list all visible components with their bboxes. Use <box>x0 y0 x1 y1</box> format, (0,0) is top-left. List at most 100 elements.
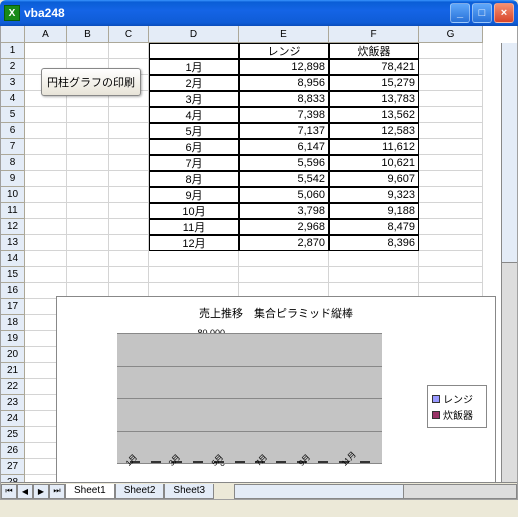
cell[interactable]: 1月 <box>149 59 239 75</box>
cell[interactable]: 8,956 <box>239 75 329 91</box>
row-header[interactable]: 8 <box>1 155 25 171</box>
col-header[interactable]: D <box>149 26 239 43</box>
row-header[interactable]: 6 <box>1 123 25 139</box>
cell[interactable] <box>149 267 239 283</box>
cell[interactable]: 11,612 <box>329 139 419 155</box>
row-header[interactable]: 7 <box>1 139 25 155</box>
row-header[interactable]: 2 <box>1 59 25 75</box>
row-header[interactable]: 5 <box>1 107 25 123</box>
col-header[interactable]: B <box>67 26 109 43</box>
cell[interactable] <box>67 155 109 171</box>
cell[interactable] <box>25 155 67 171</box>
row-header[interactable]: 9 <box>1 171 25 187</box>
cell[interactable]: レンジ <box>239 43 329 59</box>
row-header[interactable]: 20 <box>1 347 25 363</box>
row-header[interactable]: 17 <box>1 299 25 315</box>
cell[interactable] <box>419 219 483 235</box>
cell[interactable] <box>25 219 67 235</box>
cell[interactable]: 8月 <box>149 171 239 187</box>
close-button[interactable]: × <box>494 3 514 23</box>
row-header[interactable]: 1 <box>1 43 25 59</box>
cell[interactable]: 9月 <box>149 187 239 203</box>
cell[interactable] <box>67 171 109 187</box>
cell[interactable]: 15,279 <box>329 75 419 91</box>
row-header[interactable]: 27 <box>1 459 25 475</box>
cell[interactable]: 炊飯器 <box>329 43 419 59</box>
cell[interactable] <box>419 203 483 219</box>
cell[interactable] <box>419 139 483 155</box>
vertical-scrollbar[interactable] <box>501 43 517 482</box>
cell[interactable]: 11月 <box>149 219 239 235</box>
row-header[interactable]: 24 <box>1 411 25 427</box>
row-header[interactable]: 18 <box>1 315 25 331</box>
cell[interactable]: 9,188 <box>329 203 419 219</box>
cell[interactable]: 78,421 <box>329 59 419 75</box>
cell[interactable] <box>419 187 483 203</box>
tab-nav-next[interactable]: ▶ <box>33 484 49 499</box>
cell[interactable]: 8,833 <box>239 91 329 107</box>
row-header[interactable]: 19 <box>1 331 25 347</box>
cell[interactable] <box>419 171 483 187</box>
sheet-tab[interactable]: Sheet2 <box>115 484 165 499</box>
cell[interactable] <box>109 219 149 235</box>
cell[interactable]: 4月 <box>149 107 239 123</box>
col-header[interactable]: A <box>25 26 67 43</box>
cell[interactable]: 9,323 <box>329 187 419 203</box>
cell[interactable]: 6,147 <box>239 139 329 155</box>
maximize-button[interactable]: □ <box>472 3 492 23</box>
cell[interactable]: 12,898 <box>239 59 329 75</box>
cell[interactable] <box>25 139 67 155</box>
cell[interactable]: 8,479 <box>329 219 419 235</box>
cell[interactable]: 5,542 <box>239 171 329 187</box>
cell[interactable] <box>109 235 149 251</box>
sheet-tab[interactable]: Sheet3 <box>164 484 214 499</box>
cell[interactable] <box>419 75 483 91</box>
row-header[interactable]: 21 <box>1 363 25 379</box>
cell[interactable]: 2月 <box>149 75 239 91</box>
cell[interactable] <box>329 251 419 267</box>
cell[interactable] <box>67 187 109 203</box>
cell[interactable]: 13,562 <box>329 107 419 123</box>
cell[interactable]: 6月 <box>149 139 239 155</box>
cell[interactable]: 7,398 <box>239 107 329 123</box>
cell[interactable] <box>419 267 483 283</box>
cell[interactable] <box>109 155 149 171</box>
row-header[interactable]: 16 <box>1 283 25 299</box>
col-header[interactable]: G <box>419 26 483 43</box>
select-all-corner[interactable] <box>1 26 25 43</box>
cell[interactable] <box>149 251 239 267</box>
cell[interactable] <box>109 267 149 283</box>
cell[interactable] <box>25 107 67 123</box>
tab-nav-prev[interactable]: ◀ <box>17 484 33 499</box>
cell[interactable] <box>109 203 149 219</box>
tab-nav-first[interactable]: ⏮ <box>1 484 17 499</box>
cell[interactable] <box>25 235 67 251</box>
cell[interactable] <box>67 123 109 139</box>
cell[interactable] <box>109 43 149 59</box>
embedded-chart[interactable]: 売上推移 集合ピラミッド縦棒 020,00040,00060,00080,000… <box>56 296 496 491</box>
row-header[interactable]: 23 <box>1 395 25 411</box>
col-header[interactable]: F <box>329 26 419 43</box>
row-header[interactable]: 11 <box>1 203 25 219</box>
cell[interactable] <box>419 251 483 267</box>
cell[interactable] <box>239 267 329 283</box>
row-header[interactable]: 13 <box>1 235 25 251</box>
row-header[interactable]: 25 <box>1 427 25 443</box>
cell[interactable] <box>419 59 483 75</box>
cell[interactable] <box>419 235 483 251</box>
col-header[interactable]: E <box>239 26 329 43</box>
cell[interactable]: 5月 <box>149 123 239 139</box>
cell[interactable]: 12月 <box>149 235 239 251</box>
cell[interactable] <box>109 187 149 203</box>
print-cylinder-chart-button[interactable]: 円柱グラフの印刷 <box>41 68 141 96</box>
sheet-tab[interactable]: Sheet1 <box>65 484 115 499</box>
cell[interactable] <box>25 171 67 187</box>
row-header[interactable]: 22 <box>1 379 25 395</box>
cell[interactable] <box>109 123 149 139</box>
cell[interactable] <box>239 251 329 267</box>
cell[interactable]: 2,968 <box>239 219 329 235</box>
tab-nav-last[interactable]: ⏭ <box>49 484 65 499</box>
row-header[interactable]: 26 <box>1 443 25 459</box>
cell[interactable] <box>109 171 149 187</box>
cell[interactable]: 12,583 <box>329 123 419 139</box>
